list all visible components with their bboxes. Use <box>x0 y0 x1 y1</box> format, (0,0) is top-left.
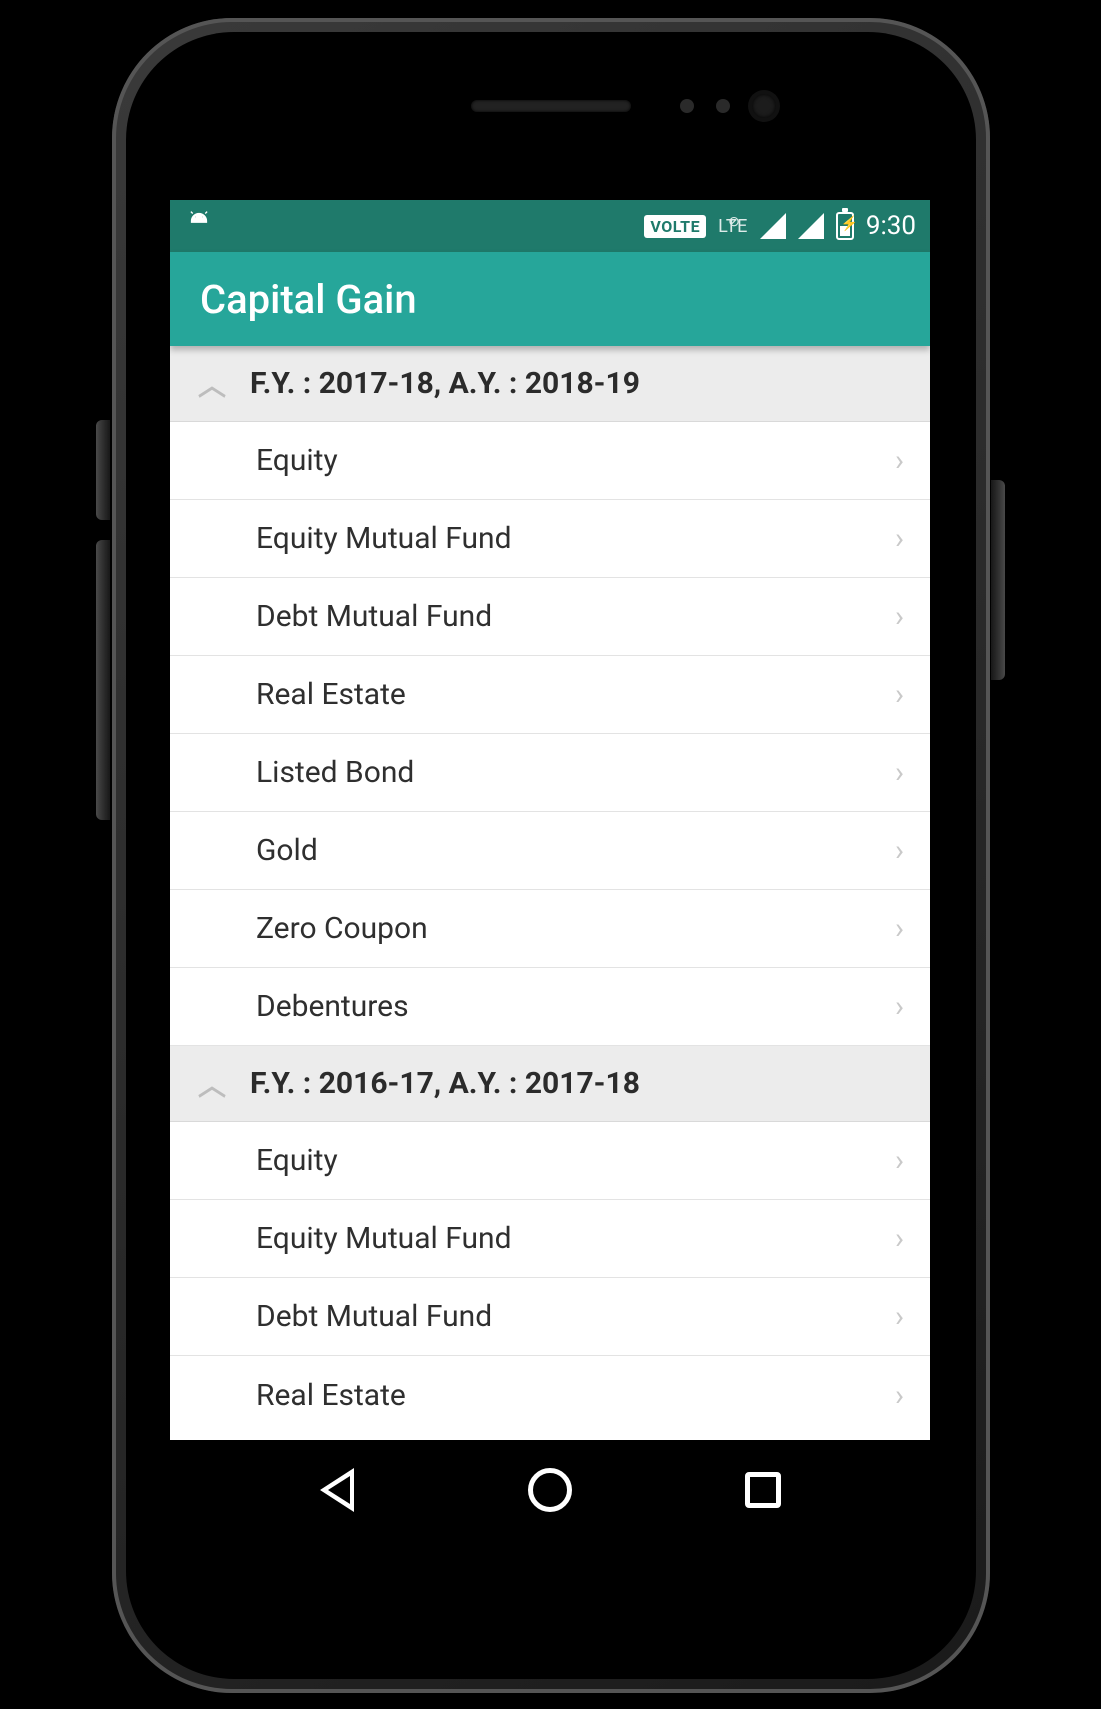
section-header-label: F.Y. : 2017-18, A.Y. : 2018-19 <box>234 366 640 401</box>
list-item-label: Real Estate <box>256 677 406 712</box>
list-item-equity-mutual-fund[interactable]: Equity Mutual Fund › <box>170 1200 930 1278</box>
list-item-equity[interactable]: Equity › <box>170 422 930 500</box>
chevron-right-icon: › <box>895 989 904 1024</box>
battery-icon: ⚡ <box>836 212 854 240</box>
chevron-right-icon: › <box>895 1378 904 1413</box>
list-item-label: Listed Bond <box>256 755 414 790</box>
signal-icon <box>760 213 786 239</box>
nav-back-button[interactable] <box>307 1460 367 1520</box>
volte-badge: VOLTE <box>644 215 706 238</box>
chevron-right-icon: › <box>895 833 904 868</box>
list-item-equity[interactable]: Equity › <box>170 1122 930 1200</box>
list-item-debentures[interactable]: Debentures › <box>170 968 930 1046</box>
list-item-zero-coupon[interactable]: Zero Coupon › <box>170 890 930 968</box>
chevron-right-icon: › <box>895 911 904 946</box>
status-clock: 9:30 <box>866 211 916 241</box>
chevron-up-icon: ︿ <box>190 1064 234 1104</box>
list-item-label: Debt Mutual Fund <box>256 599 492 634</box>
phone-frame: VOLTE LTE ⊘ ⚡ 9:30 Capital Gain ︿ <box>112 18 990 1693</box>
list-item-debt-mutual-fund[interactable]: Debt Mutual Fund › <box>170 578 930 656</box>
list-item-label: Real Estate <box>256 1378 406 1413</box>
chevron-right-icon: › <box>895 1221 904 1256</box>
android-icon <box>184 211 214 241</box>
list-item-real-estate[interactable]: Real Estate › <box>170 656 930 734</box>
nav-home-button[interactable] <box>520 1460 580 1520</box>
signal-icon <box>798 213 824 239</box>
list-item-label: Equity <box>256 443 338 478</box>
list-item-real-estate[interactable]: Real Estate › <box>170 1356 930 1434</box>
chevron-up-icon: ︿ <box>190 364 234 404</box>
list-item-label: Equity <box>256 1143 338 1178</box>
app-bar: Capital Gain <box>170 252 930 346</box>
list-item-label: Equity Mutual Fund <box>256 1221 512 1256</box>
chevron-right-icon: › <box>895 599 904 634</box>
chevron-right-icon: › <box>895 1299 904 1334</box>
list-item-debt-mutual-fund[interactable]: Debt Mutual Fund › <box>170 1278 930 1356</box>
list-item-label: Zero Coupon <box>256 911 428 946</box>
section-header-label: F.Y. : 2016-17, A.Y. : 2017-18 <box>234 1066 640 1101</box>
screen: VOLTE LTE ⊘ ⚡ 9:30 Capital Gain ︿ <box>170 200 930 1540</box>
content-scroll[interactable]: ︿ F.Y. : 2017-18, A.Y. : 2018-19 Equity … <box>170 346 930 1440</box>
chevron-right-icon: › <box>895 1143 904 1178</box>
system-nav-bar <box>170 1440 930 1540</box>
chevron-right-icon: › <box>895 755 904 790</box>
list-item-gold[interactable]: Gold › <box>170 812 930 890</box>
list-item-listed-bond[interactable]: Listed Bond › <box>170 734 930 812</box>
status-bar: VOLTE LTE ⊘ ⚡ 9:30 <box>170 200 930 252</box>
chevron-right-icon: › <box>895 443 904 478</box>
list-item-label: Gold <box>256 833 318 868</box>
app-title: Capital Gain <box>200 276 417 323</box>
chevron-right-icon: › <box>895 521 904 556</box>
list-item-equity-mutual-fund[interactable]: Equity Mutual Fund › <box>170 500 930 578</box>
lte-indicator: LTE ⊘ <box>718 216 748 237</box>
list-item-label: Equity Mutual Fund <box>256 521 512 556</box>
nav-recent-button[interactable] <box>733 1460 793 1520</box>
list-item-label: Debt Mutual Fund <box>256 1299 492 1334</box>
list-item-label: Debentures <box>256 989 409 1024</box>
section-header-2016-17[interactable]: ︿ F.Y. : 2016-17, A.Y. : 2017-18 <box>170 1046 930 1122</box>
section-header-2017-18[interactable]: ︿ F.Y. : 2017-18, A.Y. : 2018-19 <box>170 346 930 422</box>
chevron-right-icon: › <box>895 677 904 712</box>
